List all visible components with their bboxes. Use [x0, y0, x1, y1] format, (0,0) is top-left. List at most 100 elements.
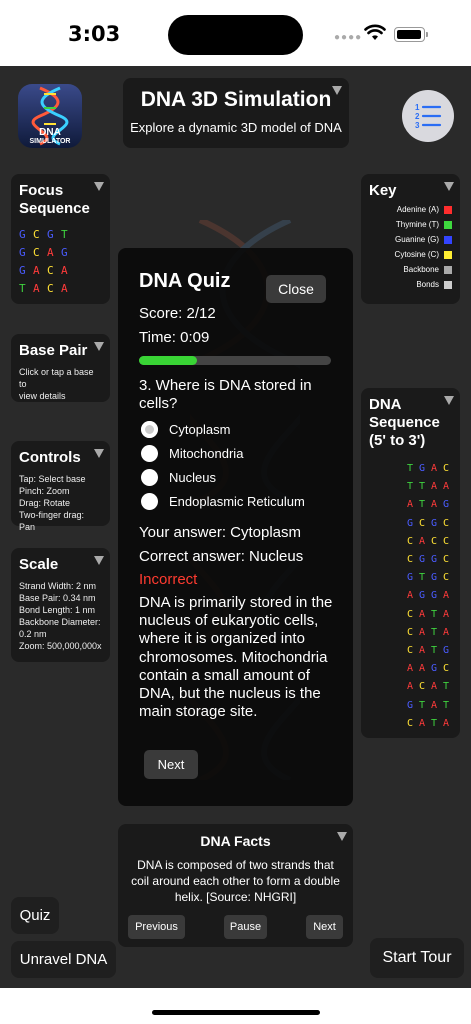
- sequence-base[interactable]: T: [428, 606, 440, 624]
- sequence-base[interactable]: C: [404, 624, 416, 642]
- focus-base[interactable]: C: [33, 244, 47, 262]
- focus-base[interactable]: G: [19, 226, 33, 244]
- sequence-base[interactable]: A: [428, 478, 440, 496]
- sequence-base[interactable]: T: [440, 678, 452, 696]
- quiz-option[interactable]: Endoplasmic Reticulum: [141, 493, 305, 510]
- focus-base[interactable]: A: [61, 262, 75, 280]
- home-indicator[interactable]: [152, 1010, 320, 1015]
- sequence-base[interactable]: G: [440, 642, 452, 660]
- focus-base[interactable]: C: [47, 280, 61, 298]
- sequence-base[interactable]: A: [404, 678, 416, 696]
- sequence-base[interactable]: C: [440, 551, 452, 569]
- sequence-base[interactable]: C: [440, 533, 452, 551]
- sequence-base[interactable]: C: [404, 606, 416, 624]
- sequence-base[interactable]: A: [440, 587, 452, 605]
- sequence-base[interactable]: A: [440, 624, 452, 642]
- sequence-base[interactable]: T: [416, 496, 428, 514]
- radio-button[interactable]: [141, 493, 158, 510]
- quiz-close-button[interactable]: Close: [266, 275, 326, 303]
- base-pair-panel[interactable]: Base Pair Click or tap a base to view de…: [11, 334, 110, 402]
- quiz-option[interactable]: Mitochondria: [141, 445, 243, 462]
- focus-base[interactable]: A: [61, 280, 75, 298]
- chevron-down-icon[interactable]: [94, 182, 104, 191]
- sequence-base[interactable]: A: [428, 697, 440, 715]
- focus-base[interactable]: C: [33, 226, 47, 244]
- quiz-option[interactable]: Cytoplasm: [141, 421, 230, 438]
- quiz-button[interactable]: Quiz: [11, 897, 59, 934]
- quiz-option[interactable]: Nucleus: [141, 469, 216, 486]
- radio-button[interactable]: [141, 469, 158, 486]
- focus-base[interactable]: G: [19, 262, 33, 280]
- start-tour-button[interactable]: Start Tour: [370, 938, 464, 978]
- sequence-base[interactable]: A: [416, 624, 428, 642]
- sequence-base[interactable]: C: [428, 533, 440, 551]
- focus-base[interactable]: G: [47, 226, 61, 244]
- sequence-base[interactable]: C: [404, 715, 416, 733]
- chevron-down-icon[interactable]: [444, 396, 454, 405]
- sequence-base[interactable]: A: [416, 533, 428, 551]
- sequence-base[interactable]: G: [404, 569, 416, 587]
- sequence-base[interactable]: T: [404, 478, 416, 496]
- focus-base[interactable]: A: [33, 280, 47, 298]
- sequence-base[interactable]: A: [428, 496, 440, 514]
- quiz-next-button[interactable]: Next: [144, 750, 198, 779]
- sequence-base[interactable]: G: [416, 460, 428, 478]
- sequence-base[interactable]: T: [440, 697, 452, 715]
- sequence-base[interactable]: C: [440, 569, 452, 587]
- focus-base[interactable]: T: [19, 280, 33, 298]
- sequence-base[interactable]: T: [428, 642, 440, 660]
- sequence-base[interactable]: C: [440, 660, 452, 678]
- facts-pause-button[interactable]: Pause: [224, 915, 267, 939]
- scale-panel[interactable]: Scale Strand Width: 2 nm Base Pair: 0.34…: [11, 548, 110, 662]
- key-panel[interactable]: Key Adenine (A) Thymine (T) Guanine (G) Cyt…: [361, 174, 460, 304]
- chevron-down-icon[interactable]: [94, 449, 104, 458]
- unravel-dna-button[interactable]: Unravel DNA: [11, 941, 116, 978]
- focus-base[interactable]: A: [47, 244, 61, 262]
- sequence-base[interactable]: G: [404, 697, 416, 715]
- sequence-base[interactable]: G: [428, 515, 440, 533]
- sequence-base[interactable]: G: [416, 587, 428, 605]
- sequence-base[interactable]: A: [440, 606, 452, 624]
- sequence-base[interactable]: T: [416, 697, 428, 715]
- chevron-down-icon[interactable]: [444, 182, 454, 191]
- radio-button[interactable]: [141, 421, 158, 438]
- sequence-base[interactable]: A: [416, 642, 428, 660]
- sequence-base[interactable]: A: [440, 478, 452, 496]
- title-panel[interactable]: DNA 3D Simulation Explore a dynamic 3D m…: [123, 78, 349, 148]
- sequence-base[interactable]: C: [404, 551, 416, 569]
- sequence-base[interactable]: T: [428, 624, 440, 642]
- sequence-base[interactable]: A: [428, 678, 440, 696]
- sequence-base[interactable]: T: [404, 460, 416, 478]
- sequence-base[interactable]: C: [440, 515, 452, 533]
- sequence-base[interactable]: C: [404, 642, 416, 660]
- sequence-base[interactable]: G: [428, 587, 440, 605]
- facts-next-button[interactable]: Next: [306, 915, 343, 939]
- chevron-down-icon[interactable]: [332, 86, 342, 95]
- sequence-base[interactable]: A: [404, 496, 416, 514]
- sequence-base[interactable]: T: [416, 569, 428, 587]
- dna-facts-panel[interactable]: DNA Facts DNA is composed of two strands…: [118, 824, 353, 947]
- focus-base[interactable]: T: [61, 226, 75, 244]
- sequence-base[interactable]: A: [404, 587, 416, 605]
- sequence-base[interactable]: A: [416, 606, 428, 624]
- focus-base[interactable]: G: [19, 244, 33, 262]
- controls-panel[interactable]: Controls Tap: Select base Pinch: Zoom Dr…: [11, 441, 110, 532]
- sequence-base[interactable]: G: [416, 551, 428, 569]
- sequence-base[interactable]: A: [428, 460, 440, 478]
- sequence-base[interactable]: G: [404, 515, 416, 533]
- sequence-base[interactable]: G: [428, 569, 440, 587]
- sequence-base[interactable]: A: [416, 715, 428, 733]
- sequence-base[interactable]: G: [440, 496, 452, 514]
- focus-base[interactable]: G: [61, 244, 75, 262]
- sequence-base[interactable]: C: [416, 678, 428, 696]
- focus-base[interactable]: C: [47, 262, 61, 280]
- sequence-base[interactable]: T: [416, 478, 428, 496]
- sequence-base[interactable]: C: [404, 533, 416, 551]
- sequence-base[interactable]: A: [404, 660, 416, 678]
- sequence-base[interactable]: A: [416, 660, 428, 678]
- sequence-base[interactable]: A: [440, 715, 452, 733]
- focus-sequence-panel[interactable]: Focus Sequence GCGTGCAGGACATACA: [11, 174, 110, 304]
- facts-previous-button[interactable]: Previous: [128, 915, 185, 939]
- sequence-base[interactable]: C: [416, 515, 428, 533]
- chevron-down-icon[interactable]: [94, 556, 104, 565]
